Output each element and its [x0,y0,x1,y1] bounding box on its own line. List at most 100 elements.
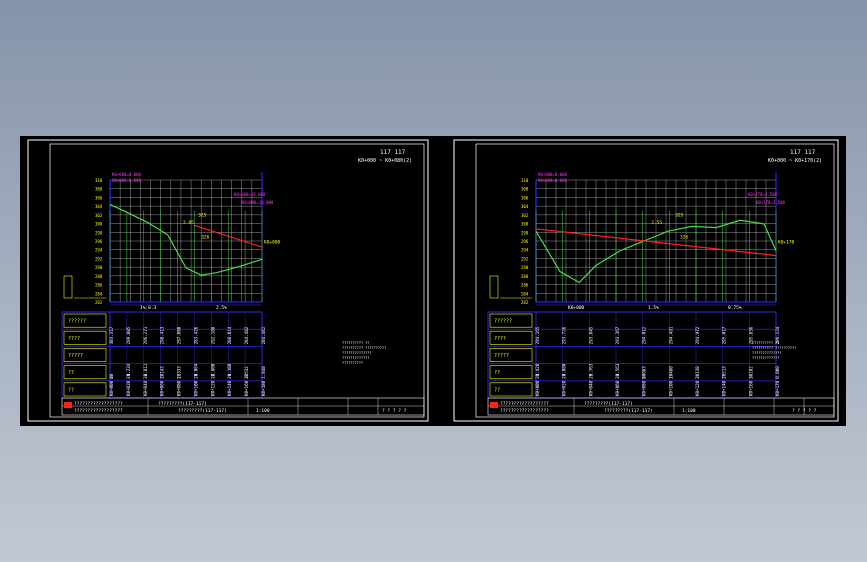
elevation-tick-label: 290 [95,265,103,270]
elevation-tick-label: 300 [95,222,103,227]
table-cell: K0+100 [193,380,198,396]
sheet-header-title: 117 117 [790,149,816,156]
annotation-start: K0+000=0.000 [538,172,567,177]
elevation-tick-label: 310 [95,178,103,183]
title-company-2: ?????????????????? [74,408,123,414]
title-drawing-2: ?????????(117-117) [178,408,227,414]
table-cell: K0+100 [668,380,673,396]
table-cell: 20 [722,373,727,379]
table-cell: K0+000 [535,380,540,396]
table-cell: 293.045 [588,326,593,344]
row-label: ???? [494,336,506,342]
elevation-tick-label: 294 [521,248,529,253]
elevation-tick-label: 298 [95,230,103,235]
legend-entry: ?????????? ?? [752,341,779,345]
elevation-tick-label: 294 [95,248,103,253]
annotation-end-station: K0+080 [264,239,281,245]
annotation-mid-1: 2.85 [183,220,194,226]
annotation-start: K0+000=0.000 [112,172,141,177]
row-label: ????? [68,353,83,359]
annotation-end-2: K0+080=18.000 [242,200,274,205]
table-cell: 284.482 [244,326,249,344]
annotation-mid-2: 325 [675,213,683,219]
table-cell: 20 [210,373,215,379]
table-cell: 20 [748,373,753,379]
table-cell: K0+180 [261,380,266,396]
legend-entry: ????????????? [342,356,369,360]
table-cell: 283.426 [193,326,198,344]
sheet-right: 117 117 K0+000 ~ K0+170(2) 310 308 306 304 302… [453,139,839,422]
elevation-tick-label: 284 [95,291,103,296]
table-cell: K0+040 [143,380,148,396]
table-cell: 296.271 [143,326,148,344]
legend-entry: ?????????????? [342,351,372,355]
company-logo [64,402,72,408]
elevation-tick-label: 308 [95,187,103,192]
table-cell: 20 [535,373,540,379]
row-label: ?? [68,370,74,376]
annotation-mid-2: 325 [198,213,206,219]
elevation-tick-label: 306 [95,195,103,200]
elevation-tick-label: 298 [521,230,529,235]
elevation-tick-label: 286 [521,283,529,288]
title-sheet: ? ? ? ? ? [792,408,817,414]
table-cell: 292.188 [210,326,215,344]
elevation-tick-label: 286 [95,283,103,288]
sheet-header-subtitle: K0+000 ~ K0+170(2) [768,158,822,164]
table-cell: 303.317 [109,326,114,344]
elevation-tick-label: 292 [521,256,529,261]
table-cell: 20 [193,373,198,379]
table-cell: K0+020 [562,380,567,396]
row-label: ?? [68,387,74,393]
elevation-tick-label: 306 [521,195,529,200]
title-company-2: ?????????????????? [500,408,549,414]
elevation-tick-label: 290 [521,265,529,270]
elevation-tick-label: 308 [521,187,529,192]
title-sheet: ? ? ? ? ? [382,408,407,414]
table-cell: K0+120 [695,380,700,396]
legend-entry: ????????????? [752,356,779,360]
annotation-start-2: K0+000=0.000 [112,178,141,183]
table-cell: 297.080 [177,326,182,344]
table-cell: 0.000 [775,366,780,379]
title-drawing-2: ?????????(117-117) [604,408,653,414]
annotation-mid-1: 2.55 [651,220,662,226]
table-cell: K0+060 [160,380,165,396]
elevation-tick-label: 292 [95,256,103,261]
table-cell: K0+120 [210,380,215,396]
sheet-header-title: 117 117 [380,149,406,156]
row-label: ?????? [68,319,86,325]
table-cell: 20 [642,373,647,379]
company-logo [490,402,498,408]
sheet-header-subtitle: K0+000 ~ K0+080(2) [358,158,412,164]
legend-entry: ?????????? ?????????? [752,346,796,350]
table-cell: 284.482 [261,326,266,344]
table-cell: 20 [695,373,700,379]
elevation-tick-label: 304 [521,204,529,209]
legend-entry: ?????????? ?? [342,341,369,345]
table-cell: 288.014 [227,326,232,344]
elevation-tick-label: 288 [521,274,529,279]
cad-canvas[interactable]: 117 117 K0+000 ~ K0+080(2) 310 308 306 304 302… [20,136,846,426]
table-cell: 20 [160,373,165,379]
elevation-tick-label: 302 [95,213,103,218]
table-cell: 20 [126,373,131,379]
profile-drawing: 117 117 K0+000 ~ K0+080(2) 310 308 306 304 302… [27,139,839,422]
table-cell: 294.972 [695,326,700,344]
legend-entry: ?????????? ?????????? [342,346,386,350]
table-cell: 20 [668,373,673,379]
table-cell: K0+020 [126,380,131,396]
annotation-end: K0+170=3.500 [748,192,777,197]
annotation-mid-3: 326 [680,235,688,241]
title-drawing: ?????????(117-117) [584,401,633,407]
table-cell: K0+160 [748,380,753,396]
annotation-end: K0+080=18.000 [234,192,266,197]
table-cell: 20 [588,373,593,379]
table-cell: K0+140 [227,380,232,396]
table-cell: 293.726 [562,326,567,344]
title-drawing: ?????????(117-117) [158,401,207,407]
annotation-end-station: K0+170 [778,239,795,245]
elevation-tick-label: 296 [95,239,103,244]
table-cell: K0+140 [722,380,727,396]
table-cell: K0+080 [177,380,182,396]
